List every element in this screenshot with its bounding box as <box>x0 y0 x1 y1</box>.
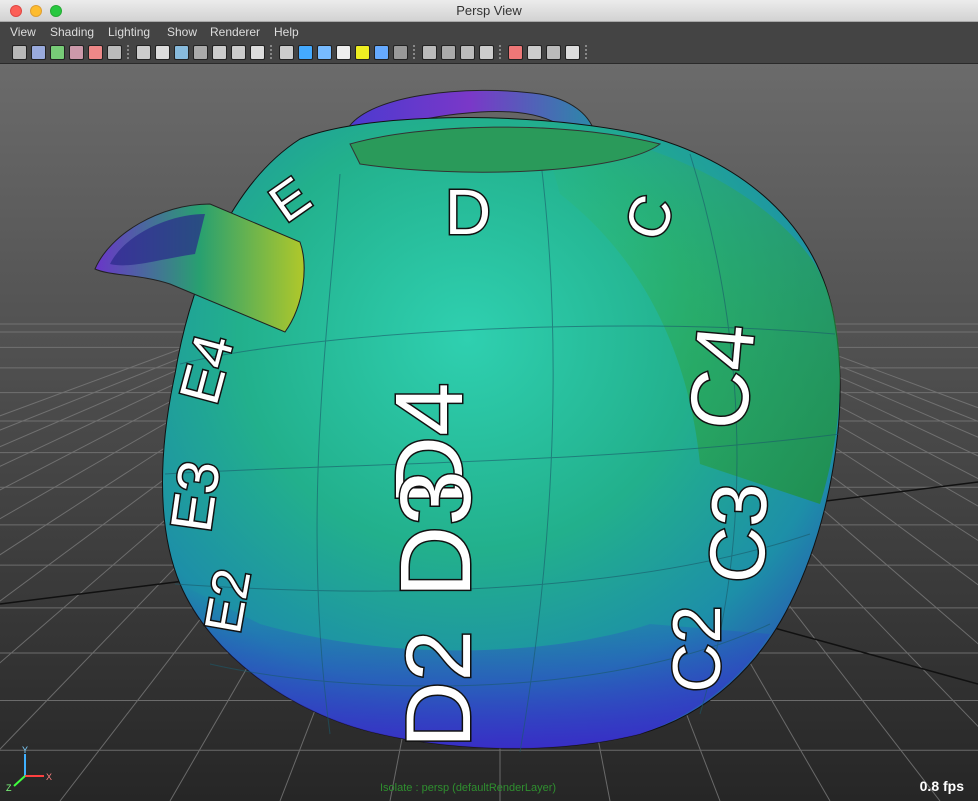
bookmark-icon[interactable] <box>31 45 46 60</box>
cube-small-icon[interactable] <box>527 45 542 60</box>
toolbar-separator <box>585 45 587 61</box>
label-d-top: D <box>445 176 491 248</box>
light-icon[interactable] <box>355 45 370 60</box>
cube-shaded-icon[interactable] <box>298 45 313 60</box>
window-title: Persp View <box>456 3 522 18</box>
smooth-shade-icon[interactable] <box>155 45 170 60</box>
isolate-icon[interactable] <box>508 45 523 60</box>
bounding-box-icon[interactable] <box>193 45 208 60</box>
camera-attributes-icon[interactable] <box>12 45 27 60</box>
cube-outline-icon[interactable] <box>546 45 561 60</box>
label-c3: C3 <box>692 482 783 585</box>
toolbar-separator <box>499 45 501 61</box>
cube-wire-icon[interactable] <box>279 45 294 60</box>
axis-label-y: Y <box>22 745 28 755</box>
image-plane-icon[interactable] <box>50 45 65 60</box>
sphere-icon[interactable] <box>374 45 389 60</box>
checker-icon[interactable] <box>336 45 351 60</box>
label-e3: E3 <box>159 457 233 536</box>
cube-smooth-icon[interactable] <box>317 45 332 60</box>
share-icon[interactable] <box>565 45 580 60</box>
grease-pencil-icon[interactable] <box>88 45 103 60</box>
menu-show[interactable]: Show <box>167 25 197 39</box>
axis-label-z: Z <box>6 783 12 793</box>
shadow-icon[interactable] <box>422 45 437 60</box>
toolbar-separator <box>270 45 272 61</box>
toolbar-separator <box>127 45 129 61</box>
isolate-status: Isolate : persp (defaultRenderLayer) <box>380 782 557 794</box>
panel-menu-bar: View Shading Lighting Show Renderer Help <box>0 22 978 42</box>
grid-icon[interactable] <box>107 45 122 60</box>
fps-readout: 0.8 fps <box>919 778 964 794</box>
default-material-icon[interactable] <box>174 45 189 60</box>
menu-help[interactable]: Help <box>274 25 299 39</box>
wireframe-icon[interactable] <box>136 45 151 60</box>
persp-viewport[interactable]: E D C E4 D4 C4 E3 D3 C3 E2 D2 C2 Y Z X I… <box>0 64 978 801</box>
toolbar-separator <box>413 45 415 61</box>
panel-toolbar <box>0 42 978 64</box>
maya-persp-window: Persp View View Shading Lighting Show Re… <box>0 0 978 801</box>
menu-view[interactable]: View <box>10 25 36 39</box>
title-bar[interactable]: Persp View <box>0 0 978 22</box>
motion-blur-icon[interactable] <box>460 45 475 60</box>
xray-icon[interactable] <box>212 45 227 60</box>
textured-icon[interactable] <box>250 45 265 60</box>
sphere-dark-icon[interactable] <box>393 45 408 60</box>
menu-lighting[interactable]: Lighting <box>108 25 150 39</box>
ao-icon[interactable] <box>441 45 456 60</box>
dof-icon[interactable] <box>479 45 494 60</box>
label-c4: C4 <box>673 320 773 432</box>
backface-icon[interactable] <box>231 45 246 60</box>
label-d2: D2 <box>388 630 490 748</box>
2d-pan-icon[interactable] <box>69 45 84 60</box>
menu-shading[interactable]: Shading <box>50 25 94 39</box>
axis-label-x: X <box>46 772 52 782</box>
label-c2: C2 <box>659 606 735 693</box>
menu-renderer[interactable]: Renderer <box>210 25 260 39</box>
viewport-canvas[interactable]: E D C E4 D4 C4 E3 D3 C3 E2 D2 C2 Y Z X <box>0 64 978 801</box>
label-d3: D3 <box>380 470 492 598</box>
label-e2: E2 <box>194 565 262 638</box>
